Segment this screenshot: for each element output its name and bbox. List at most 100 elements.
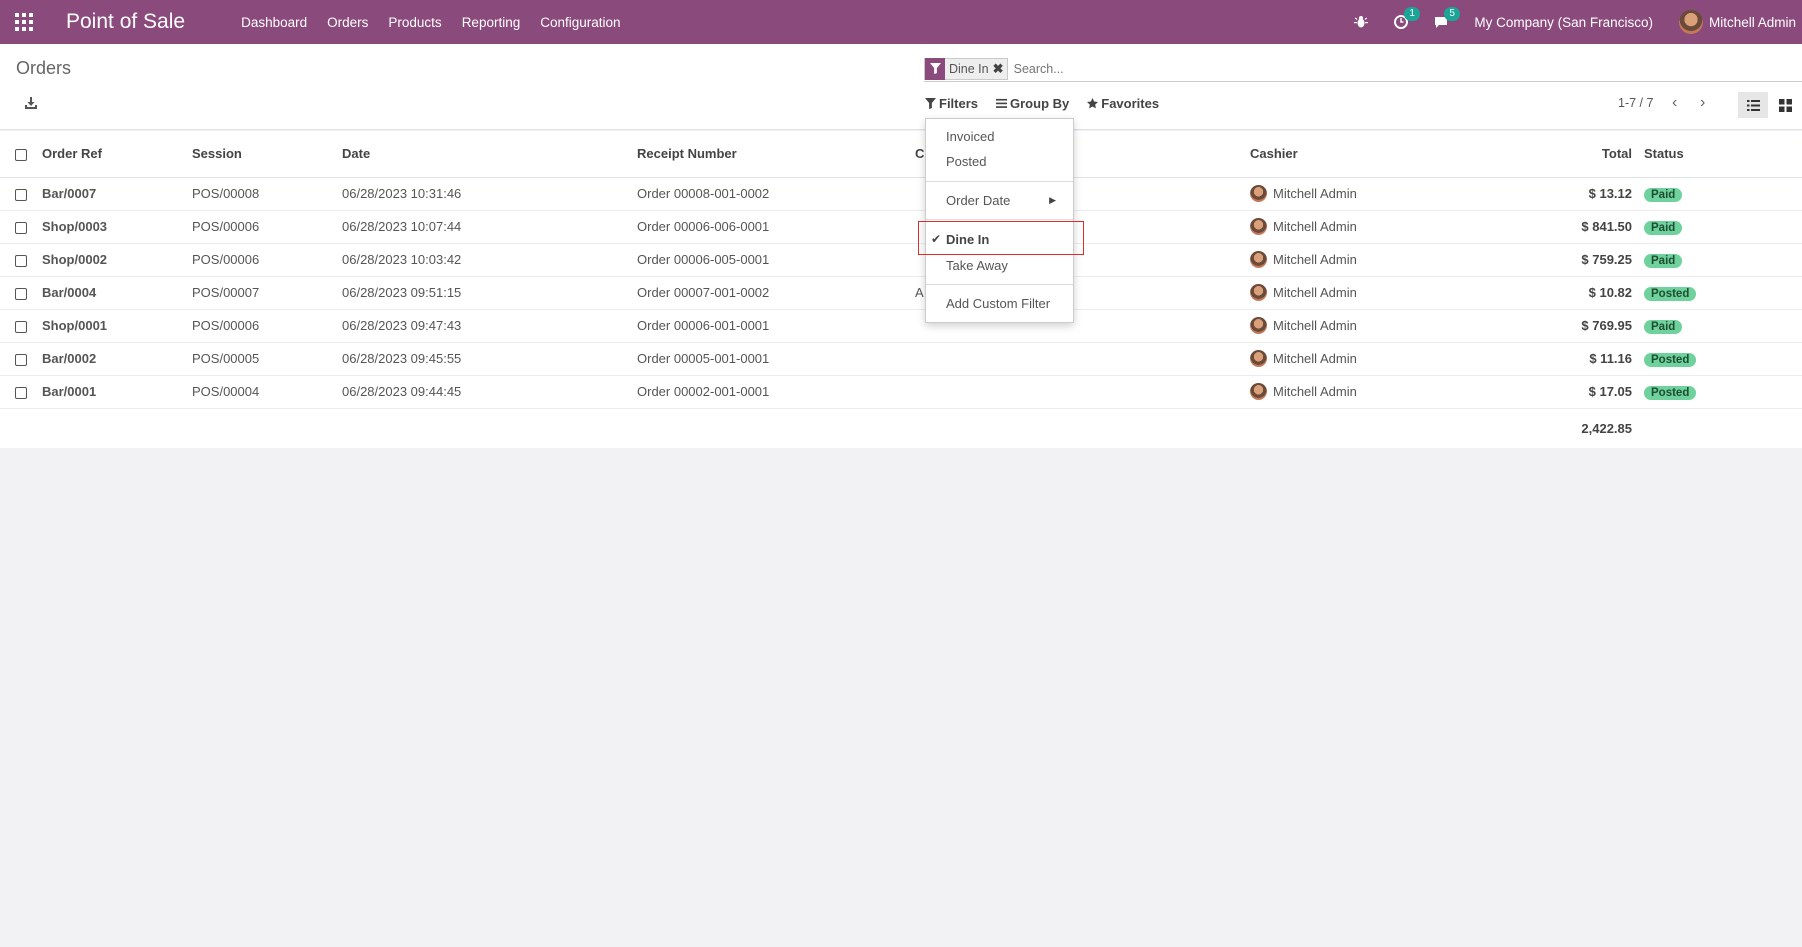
search-bar: Dine In ✖ [924, 56, 1802, 82]
menu-item-dashboard[interactable]: Dashboard [241, 15, 307, 30]
cashier-avatar [1250, 284, 1267, 301]
company-switcher[interactable]: My Company (San Francisco) [1474, 15, 1653, 30]
row-checkbox[interactable] [0, 210, 38, 244]
sum-total: 2,422.85 [1581, 420, 1632, 436]
cell-session: POS/00006 [188, 309, 338, 343]
activity-clock-icon[interactable]: 1 [1394, 7, 1420, 29]
row-checkbox[interactable] [0, 309, 38, 343]
cell-customer [911, 375, 1246, 409]
row-checkbox[interactable] [0, 375, 38, 409]
table-row[interactable]: Shop/0003 POS/00006 06/28/2023 10:07:44 … [0, 210, 1802, 244]
table-row[interactable]: Bar/0002 POS/00005 06/28/2023 09:45:55 O… [0, 342, 1802, 376]
status-badge: Posted [1644, 385, 1697, 400]
orders-table: Order Ref Session Date Receipt Number C … [0, 131, 1802, 448]
column-order-ref[interactable]: Order Ref [38, 131, 188, 178]
filter-option-take-away[interactable]: Take Away [946, 258, 1008, 273]
cashier-avatar [1250, 350, 1267, 367]
filters-toggle[interactable]: Filters [925, 96, 978, 111]
dropdown-divider [926, 219, 1073, 220]
cell-date: 06/28/2023 10:07:44 [338, 210, 633, 244]
cashier-avatar [1250, 317, 1267, 334]
table-row[interactable]: Shop/0001 POS/00006 06/28/2023 09:47:43 … [0, 309, 1802, 343]
cell-receipt-number: Order 00007-001-0002 [633, 276, 911, 310]
pager-previous-icon[interactable]: ‹ [1672, 94, 1677, 112]
cell-total: $ 11.16 [1486, 342, 1640, 376]
cell-status: Paid [1640, 243, 1802, 277]
menu-item-products[interactable]: Products [388, 15, 441, 30]
messages-chat-icon[interactable]: 5 [1434, 7, 1460, 29]
menu-item-orders[interactable]: Orders [327, 15, 368, 30]
pager-value[interactable]: 1-7 / 7 [1618, 96, 1653, 110]
favorites-toggle[interactable]: Favorites [1087, 96, 1159, 111]
cell-cashier: Mitchell Admin [1246, 375, 1486, 409]
apps-menu-icon[interactable] [0, 0, 48, 44]
column-cashier[interactable]: Cashier [1246, 131, 1486, 178]
cell-status: Paid [1640, 309, 1802, 343]
cell-customer [911, 342, 1246, 376]
select-all-checkbox[interactable] [0, 131, 38, 178]
menu-item-configuration[interactable]: Configuration [540, 15, 620, 30]
cell-receipt-number: Order 00005-001-0001 [633, 342, 911, 376]
column-session[interactable]: Session [188, 131, 338, 178]
kanban-view-icon[interactable] [1770, 92, 1800, 118]
cashier-name: Mitchell Admin [1273, 252, 1357, 267]
menu-item-reporting[interactable]: Reporting [462, 15, 521, 30]
cell-total: $ 17.05 [1486, 375, 1640, 409]
filter-funnel-icon [925, 57, 945, 80]
app-title[interactable]: Point of Sale [66, 10, 185, 34]
filter-option-invoiced[interactable]: Invoiced [946, 129, 994, 144]
cashier-avatar [1250, 383, 1267, 400]
facet-remove-icon[interactable]: ✖ [993, 61, 1007, 77]
bars-icon [996, 98, 1008, 108]
column-status[interactable]: Status [1640, 131, 1802, 178]
cell-order-ref: Bar/0004 [38, 276, 188, 310]
table-row[interactable]: Bar/0004 POS/00007 06/28/2023 09:51:15 O… [0, 276, 1802, 310]
debug-bug-icon[interactable] [1354, 15, 1369, 29]
search-facet-dine-in[interactable]: Dine In ✖ [924, 57, 1008, 80]
cashier-name: Mitchell Admin [1273, 186, 1357, 201]
row-checkbox[interactable] [0, 276, 38, 310]
row-checkbox[interactable] [0, 177, 38, 211]
column-total[interactable]: Total [1486, 131, 1640, 178]
navbar-systray: 1 5 My Company (San Francisco) Mitchell … [1354, 0, 1802, 44]
orders-list: Order Ref Session Date Receipt Number C … [0, 131, 1802, 448]
row-checkbox[interactable] [0, 342, 38, 376]
cell-session: POS/00006 [188, 210, 338, 244]
pager-next-icon[interactable]: › [1700, 94, 1705, 112]
filter-option-order-date[interactable]: Order Date ▶ [946, 193, 1066, 208]
cashier-avatar [1250, 185, 1267, 202]
status-badge: Paid [1644, 253, 1683, 268]
export-download-icon[interactable] [24, 96, 38, 113]
messages-badge: 5 [1444, 7, 1460, 21]
top-navbar: Point of Sale Dashboard Orders Products … [0, 0, 1802, 44]
facet-label: Dine In [949, 61, 989, 76]
cell-order-ref: Bar/0007 [38, 177, 188, 211]
table-row[interactable]: Bar/0001 POS/00004 06/28/2023 09:44:45 O… [0, 375, 1802, 409]
user-menu[interactable]: Mitchell Admin [1678, 10, 1796, 34]
filter-option-posted[interactable]: Posted [946, 154, 986, 169]
control-panel: Orders Dine In ✖ Filters Group By Favori… [0, 44, 1802, 130]
add-custom-filter[interactable]: Add Custom Filter [946, 296, 1050, 311]
column-date[interactable]: Date [338, 131, 633, 178]
cell-status: Paid [1640, 177, 1802, 211]
dropdown-divider [926, 181, 1073, 182]
cell-session: POS/00008 [188, 177, 338, 211]
table-header: Order Ref Session Date Receipt Number C … [0, 131, 1802, 178]
cell-date: 06/28/2023 09:44:45 [338, 375, 633, 409]
cell-session: POS/00006 [188, 243, 338, 277]
search-input[interactable] [1013, 61, 1614, 76]
table-row[interactable]: Shop/0002 POS/00006 06/28/2023 10:03:42 … [0, 243, 1802, 277]
cell-session: POS/00005 [188, 342, 338, 376]
cell-order-ref: Bar/0001 [38, 375, 188, 409]
column-receipt-number[interactable]: Receipt Number [633, 131, 911, 178]
list-view-icon[interactable] [1738, 92, 1768, 118]
cashier-name: Mitchell Admin [1273, 351, 1357, 366]
table-row[interactable]: Bar/0007 POS/00008 06/28/2023 10:31:46 O… [0, 177, 1802, 211]
groupby-toggle[interactable]: Group By [996, 96, 1069, 111]
filter-funnel-icon [925, 98, 936, 109]
cell-total: $ 10.82 [1486, 276, 1640, 310]
star-icon [1087, 98, 1099, 109]
cashier-avatar [1250, 251, 1267, 268]
row-checkbox[interactable] [0, 243, 38, 277]
sum-row: 2,422.85 [0, 408, 1802, 448]
